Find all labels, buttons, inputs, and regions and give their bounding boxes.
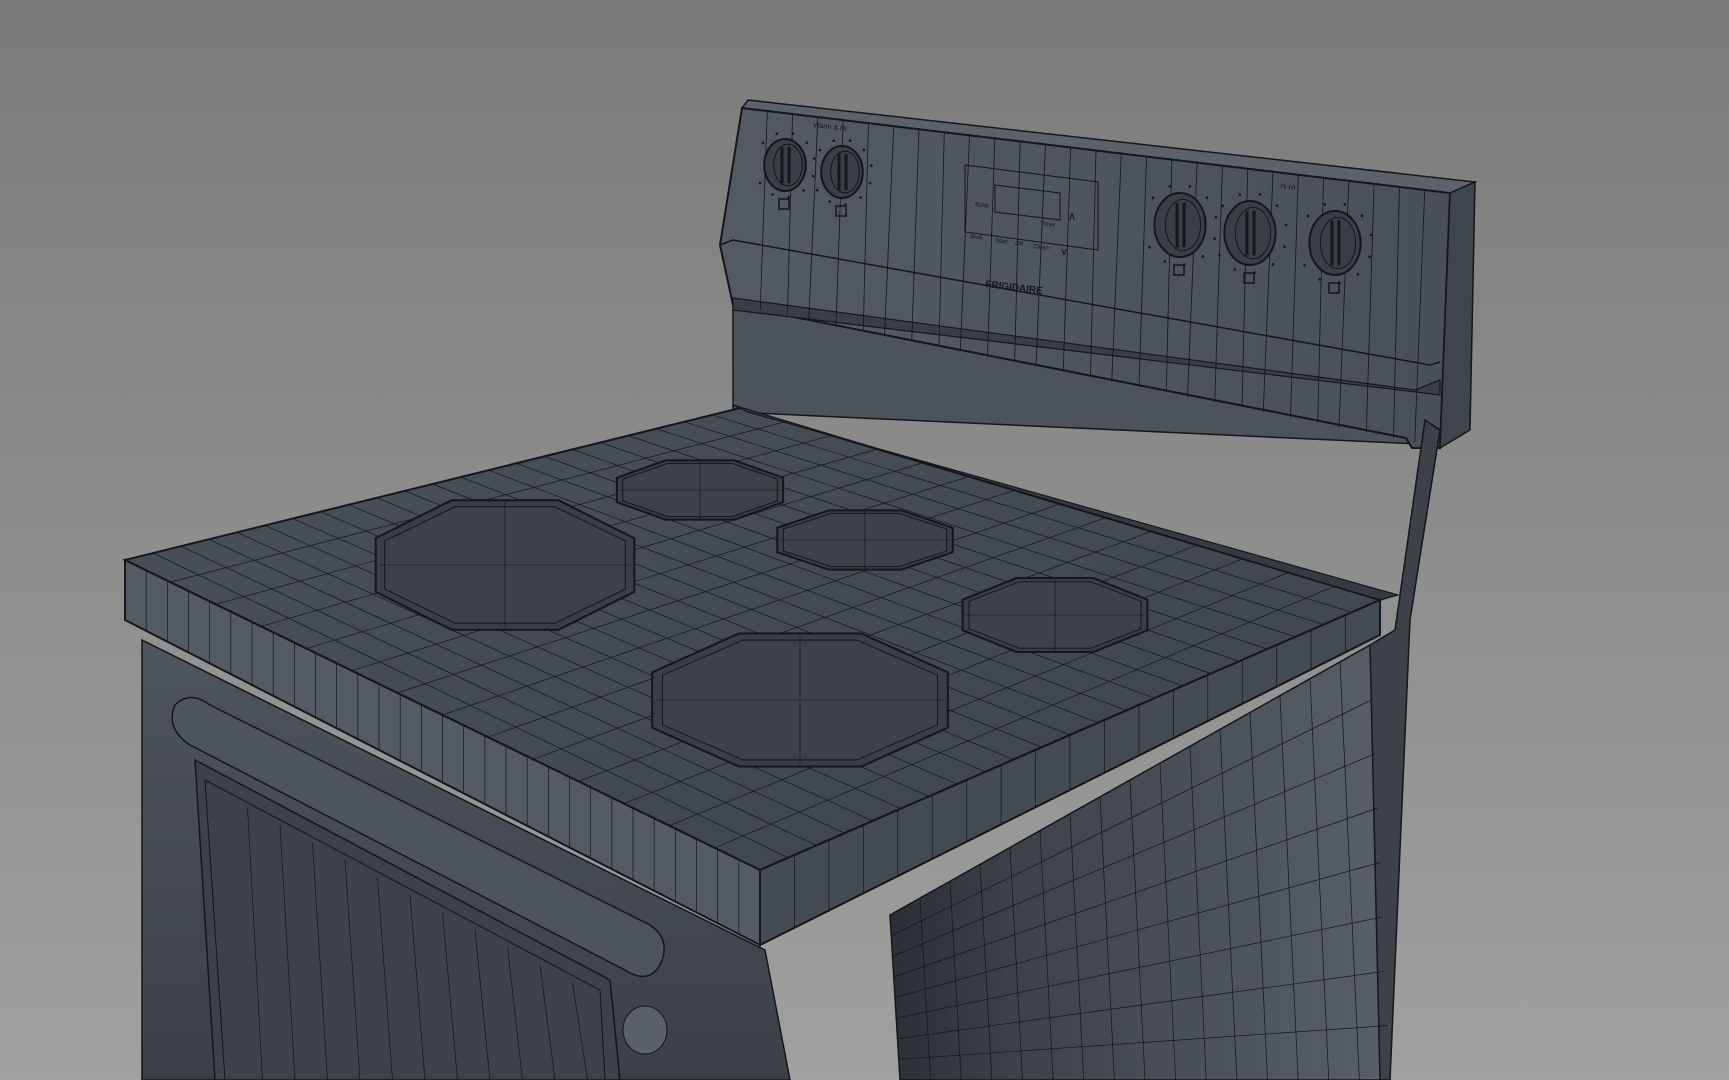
knob-tick <box>758 181 762 185</box>
knob-tick <box>1218 254 1221 257</box>
svg-text:∨: ∨ <box>1060 246 1068 258</box>
knob-tick <box>1306 214 1310 218</box>
svg-text:∧: ∧ <box>1068 211 1076 223</box>
knob-tick <box>1368 255 1371 259</box>
knob-tick <box>862 148 866 152</box>
burner <box>776 509 954 571</box>
knob-tick <box>811 174 815 178</box>
knob-tick <box>802 189 805 192</box>
knob-tick <box>1318 278 1321 281</box>
knob-tick <box>1284 223 1288 227</box>
knob-tick <box>1213 237 1216 241</box>
knob-tick <box>1369 233 1373 237</box>
burner <box>961 577 1149 653</box>
knob-tick <box>1271 263 1275 266</box>
display-button-label[interactable]: Off <box>1015 241 1024 248</box>
burner <box>374 499 636 631</box>
knob-tick <box>805 141 809 145</box>
knob-tick <box>859 196 862 199</box>
knob-tick <box>868 181 872 185</box>
knob-tick <box>1233 268 1236 271</box>
knob-tick <box>1238 193 1242 196</box>
knob-tick <box>818 148 822 152</box>
knob-tick <box>1221 204 1225 208</box>
knob-tick <box>1151 196 1155 200</box>
knob-tick <box>1343 203 1347 206</box>
knob-tick <box>832 139 836 143</box>
knob-tick <box>1356 273 1360 276</box>
knob-tick <box>761 141 765 145</box>
knob-tick <box>1275 204 1279 208</box>
knob-tick <box>1214 215 1218 219</box>
knob-tick <box>1201 255 1205 258</box>
knob-tick <box>1183 263 1186 267</box>
knob-tick <box>1148 246 1151 249</box>
knob-tick <box>771 193 774 196</box>
burner <box>651 632 949 768</box>
knob-tick <box>1258 193 1262 196</box>
knob-tick <box>815 188 819 192</box>
knob-tick <box>870 164 873 167</box>
knob-tick <box>1323 203 1327 206</box>
knob-tick <box>813 157 816 160</box>
knob-tick <box>1168 185 1172 188</box>
knob-tick <box>1283 245 1286 249</box>
knob-tick <box>791 132 795 135</box>
knob-tick <box>1338 281 1341 285</box>
knob-tick <box>775 132 779 136</box>
knob-tick <box>1303 264 1306 267</box>
knob-tick <box>787 195 790 199</box>
burner <box>615 459 785 521</box>
knob-tick <box>844 202 847 206</box>
knob-tick <box>1188 185 1192 188</box>
knob-tick <box>1253 271 1256 275</box>
knob-tick <box>1163 260 1166 263</box>
knob-tick <box>1360 214 1364 218</box>
knob-tick <box>1205 196 1209 200</box>
wireframe-scene: FRIGIDAIRE Warm & Hi Hi Hi ∧ ∨ BakeBroil… <box>0 0 1729 1080</box>
3d-viewport[interactable]: FRIGIDAIRE Warm & Hi Hi Hi ∧ ∨ Bake Broil… <box>0 0 1729 1080</box>
knob-tick <box>848 139 852 142</box>
knob-tick <box>828 200 831 203</box>
